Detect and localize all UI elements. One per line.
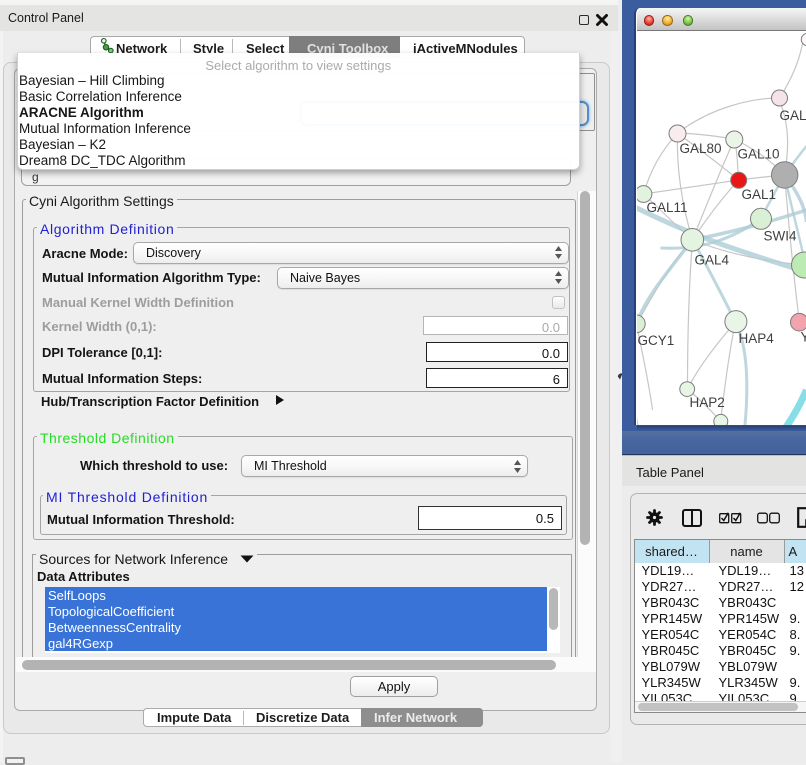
svg-text:SWI4: SWI4 — [763, 229, 796, 244]
svg-text:GAL11: GAL11 — [646, 200, 687, 215]
svg-text:GAL1: GAL1 — [741, 187, 776, 202]
svg-text:GAL4: GAL4 — [694, 253, 729, 268]
svg-text:GAL10: GAL10 — [737, 147, 779, 162]
svg-text:Y: Y — [800, 330, 806, 345]
svg-text:GAL7: GAL7 — [779, 108, 806, 123]
svg-text:HAP4: HAP4 — [738, 331, 774, 346]
svg-text:GCY1: GCY1 — [637, 333, 674, 348]
svg-text:HAP2: HAP2 — [689, 395, 724, 410]
svg-text:GAL80: GAL80 — [679, 141, 721, 156]
